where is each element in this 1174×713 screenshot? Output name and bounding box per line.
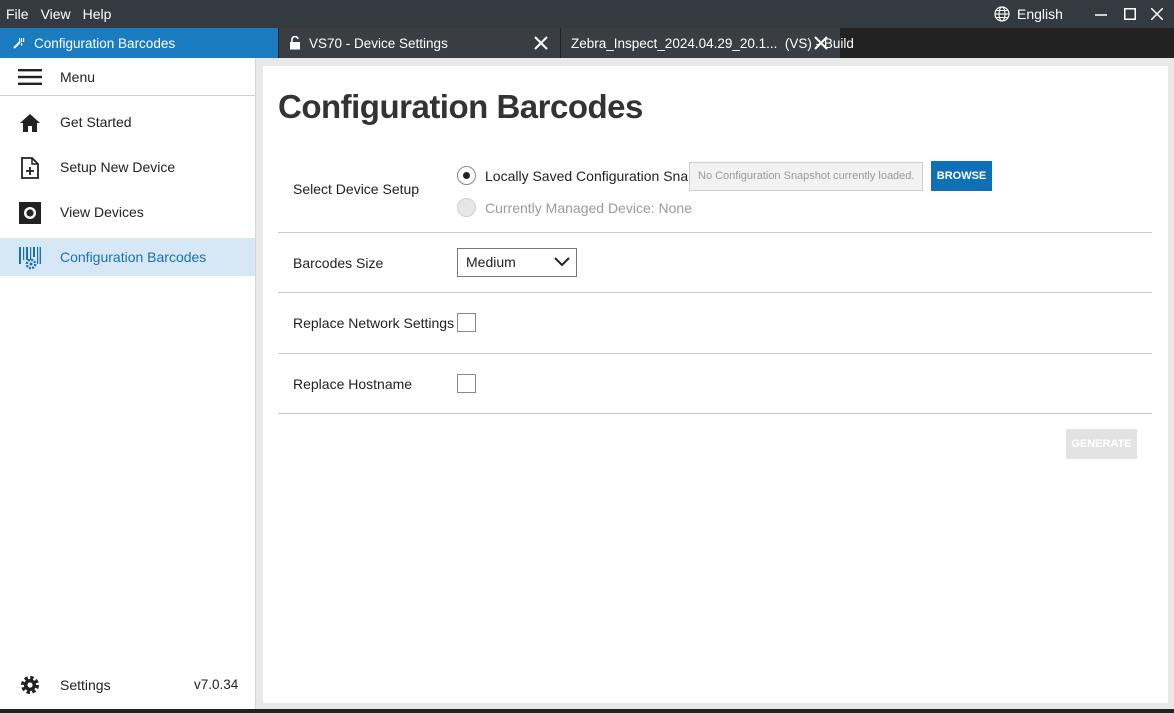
barcode-wand-icon	[13, 38, 25, 49]
language-label: English	[1017, 6, 1063, 22]
hamburger-icon	[18, 69, 42, 85]
close-window-button[interactable]	[1142, 0, 1172, 28]
replace-hostname-checkbox[interactable]	[457, 374, 476, 393]
browse-button[interactable]: BROWSE	[931, 161, 992, 191]
generate-button[interactable]: GENERATE	[1066, 429, 1137, 459]
minimize-button[interactable]	[1086, 0, 1116, 28]
home-icon	[20, 114, 40, 132]
sidebar-item-settings[interactable]: Settings v7.0.34	[0, 666, 255, 704]
replace-network-checkbox[interactable]	[457, 313, 476, 332]
sidebar-item-get-started[interactable]: Get Started	[0, 103, 255, 141]
select-device-setup-label: Select Device Setup	[293, 181, 420, 197]
replace-network-label: Replace Network Settings	[293, 315, 455, 331]
device-icon	[19, 202, 41, 224]
managed-device-radio[interactable]	[457, 198, 476, 217]
sidebar-item-label: Get Started	[60, 114, 132, 130]
window-bottom-edge	[0, 709, 1174, 713]
sidebar-menu-label: Menu	[60, 68, 96, 85]
menu-view[interactable]: View	[35, 0, 77, 28]
sidebar-item-label: Setup New Device	[60, 159, 176, 175]
close-tab-icon[interactable]	[814, 36, 828, 50]
add-document-icon	[21, 157, 39, 179]
tab-device-settings[interactable]: VS70 - Device Settings	[279, 28, 560, 58]
sidebar-item-label: View Devices	[60, 204, 144, 220]
replace-hostname-label: Replace Hostname	[293, 376, 413, 392]
tab-label: Zebra_Inspect_2024.04.29_20.1... (VS) - …	[571, 35, 854, 51]
tab-zebra-inspect[interactable]: Zebra_Inspect_2024.04.29_20.1... (VS) - …	[561, 28, 854, 58]
menu-help[interactable]: Help	[77, 0, 118, 28]
tab-label: VS70 - Device Settings	[309, 35, 448, 51]
barcodes-size-select[interactable]: Medium	[457, 248, 577, 277]
tab-configuration-barcodes[interactable]: Configuration Barcodes	[0, 28, 278, 58]
menu-file[interactable]: File	[0, 0, 35, 28]
main-panel: Configuration Barcodes Select Device Set…	[263, 66, 1168, 703]
unlock-icon	[290, 36, 300, 50]
snapshot-input[interactable]: No Configuration Snapshot currently load…	[689, 162, 923, 191]
maximize-icon	[1124, 8, 1136, 20]
tab-strip: Configuration Barcodes VS70 - Device Set…	[0, 28, 1174, 58]
divider	[278, 232, 1152, 233]
barcodes-size-value: Medium	[466, 254, 516, 270]
globe-icon	[994, 6, 1010, 22]
managed-device-label: Currently Managed Device: None	[485, 200, 692, 216]
settings-label: Settings	[60, 677, 111, 693]
sidebar-item-configuration-barcodes[interactable]: Configuration Barcodes	[0, 238, 255, 276]
divider	[278, 413, 1152, 414]
barcode-gear-icon	[19, 247, 41, 270]
maximize-button[interactable]	[1115, 0, 1145, 28]
sidebar-item-label: Configuration Barcodes	[60, 249, 207, 265]
sidebar-item-setup-new-device[interactable]: Setup New Device	[0, 148, 255, 186]
tab-label: Configuration Barcodes	[34, 35, 176, 51]
gear-icon	[21, 676, 39, 694]
sidebar-menu-toggle[interactable]: Menu	[0, 58, 255, 96]
menu-bar: File View Help English	[0, 0, 1174, 28]
chevron-down-icon	[554, 257, 570, 267]
barcodes-size-label: Barcodes Size	[293, 255, 384, 271]
page-title: Configuration Barcodes	[278, 88, 643, 125]
minimize-icon	[1095, 14, 1107, 16]
close-icon	[1151, 8, 1163, 20]
divider	[278, 292, 1152, 293]
sidebar-item-view-devices[interactable]: View Devices	[0, 193, 255, 231]
language-selector[interactable]: English	[994, 0, 1063, 28]
sidebar: Menu Get Started Setup New Device View D…	[0, 58, 256, 713]
close-tab-icon[interactable]	[534, 36, 548, 50]
version-label: v7.0.34	[194, 677, 239, 692]
divider	[278, 353, 1152, 354]
local-snapshot-radio[interactable]	[457, 166, 476, 185]
